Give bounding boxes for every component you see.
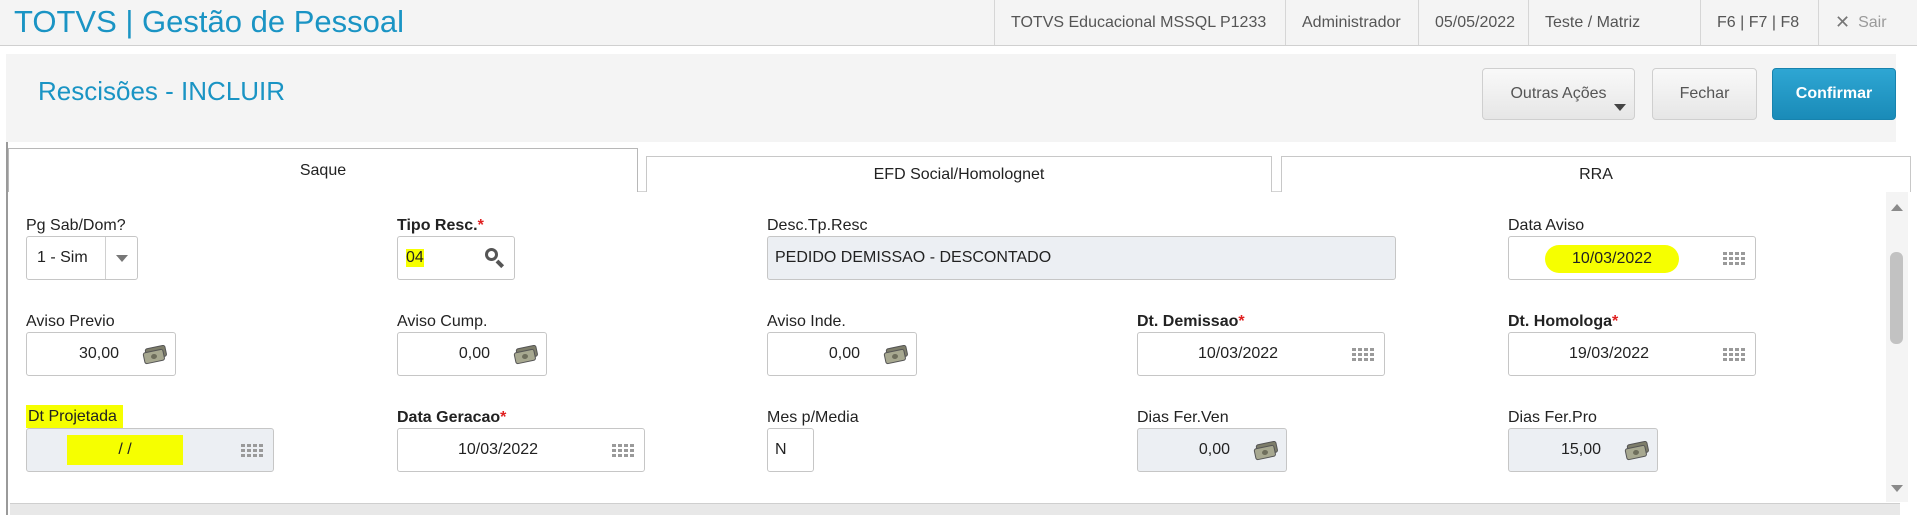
shortcuts-label: F6 | F7 | F8 (1700, 0, 1815, 45)
tab-rra[interactable]: RRA (1281, 156, 1911, 192)
dt-homologa-value: 19/03/2022 (1569, 345, 1650, 362)
bottom-grid-strip (10, 503, 1900, 515)
page-title: Rescisões - INCLUIR (38, 76, 286, 106)
dt-projetada-input[interactable]: / / (26, 428, 274, 472)
money-icon[interactable] (1623, 440, 1651, 461)
exit-label: Sair (1858, 13, 1887, 31)
pg-sab-dom-label: Pg Sab/Dom? (26, 217, 126, 234)
tipo-resc-value: 04 (406, 249, 424, 267)
aviso-previo-value: 30,00 (78, 345, 119, 362)
desc-tp-resc-value: PEDIDO DEMISSAO - DESCONTADO (775, 249, 1052, 266)
aviso-previo-input[interactable]: 30,00 (26, 332, 176, 376)
environment-label: TOTVS Educacional MSSQL P1233 (994, 0, 1282, 45)
pg-sab-dom-select[interactable]: 1 - Sim (26, 236, 138, 280)
dt-homologa-input[interactable]: 19/03/2022 (1508, 332, 1756, 376)
calendar-icon[interactable] (1352, 347, 1374, 363)
tab-efd-social-label: EFD Social/Homolognet (873, 165, 1045, 183)
dias-fer-pro-label: Dias Fer.Pro (1508, 409, 1597, 426)
confirm-button[interactable]: Confirmar (1772, 68, 1896, 120)
money-icon[interactable] (1252, 440, 1280, 461)
branch-label[interactable]: Teste / Matriz (1528, 0, 1656, 45)
dt-demissao-label: Dt. Demissao* (1137, 313, 1245, 331)
scroll-thumb[interactable] (1890, 252, 1903, 344)
mes-p-media-value: N (775, 441, 787, 458)
scroll-up-icon[interactable] (1891, 204, 1903, 211)
dt-projetada-value: / / (67, 435, 183, 465)
other-actions-label: Outras Ações (1510, 85, 1607, 102)
vertical-scrollbar[interactable] (1886, 192, 1908, 502)
system-date-label: 05/05/2022 (1418, 0, 1531, 45)
dt-homologa-label-text: Dt. Homologa (1508, 313, 1612, 330)
required-marker: * (477, 217, 484, 234)
dt-projetada-label: Dt Projetada (22, 405, 127, 428)
desc-tp-resc-label: Desc.Tp.Resc (767, 217, 868, 234)
close-button[interactable]: Fechar (1652, 68, 1757, 120)
aviso-inde-label: Aviso Inde. (767, 313, 846, 330)
pg-sab-dom-value: 1 - Sim (37, 249, 88, 266)
close-icon: ✕ (1835, 12, 1851, 32)
calendar-icon[interactable] (241, 443, 263, 459)
aviso-cump-value: 0,00 (458, 345, 490, 362)
tipo-resc-input[interactable]: 04 (397, 236, 515, 280)
required-marker: * (1238, 313, 1245, 330)
dias-fer-ven-input[interactable]: 0,00 (1137, 428, 1287, 472)
dias-fer-ven-label: Dias Fer.Ven (1137, 409, 1229, 426)
tipo-resc-label: Tipo Resc.* (397, 217, 484, 235)
money-icon[interactable] (141, 344, 169, 365)
aviso-cump-label: Aviso Cump. (397, 313, 488, 330)
aviso-inde-input[interactable]: 0,00 (767, 332, 917, 376)
tab-efd-social[interactable]: EFD Social/Homolognet (646, 156, 1272, 192)
mes-p-media-label: Mes p/Media (767, 409, 859, 426)
data-geracao-value: 10/03/2022 (458, 441, 539, 458)
dias-fer-ven-value: 0,00 (1198, 441, 1230, 458)
aviso-previo-label: Aviso Previo (26, 313, 115, 330)
mes-p-media-input[interactable]: N (767, 428, 814, 472)
tab-rra-label: RRA (1579, 165, 1613, 183)
desc-tp-resc-field: PEDIDO DEMISSAO - DESCONTADO (767, 236, 1396, 280)
data-geracao-label-text: Data Geracao (397, 409, 501, 426)
exit-button[interactable]: ✕ Sair (1818, 0, 1903, 45)
data-geracao-label: Data Geracao* (397, 409, 506, 427)
tipo-resc-label-text: Tipo Resc. (397, 217, 478, 234)
tab-saque-label: Saque (299, 161, 347, 179)
dt-demissao-label-text: Dt. Demissao (1137, 313, 1239, 330)
required-marker: * (1612, 313, 1619, 330)
data-aviso-value: 10/03/2022 (1545, 245, 1679, 273)
dt-projetada-label-text: Dt Projetada (26, 405, 123, 428)
search-icon[interactable] (484, 247, 506, 269)
user-label[interactable]: Administrador (1285, 0, 1417, 45)
other-actions-button[interactable]: Outras Ações (1482, 68, 1635, 120)
data-aviso-label: Data Aviso (1508, 217, 1585, 234)
chevron-down-icon (1614, 104, 1626, 111)
close-label: Fechar (1679, 85, 1730, 102)
dias-fer-pro-value: 15,00 (1560, 441, 1601, 458)
data-aviso-input[interactable]: 10/03/2022 (1508, 236, 1756, 280)
money-icon[interactable] (882, 344, 910, 365)
calendar-icon[interactable] (1723, 251, 1745, 267)
tab-saque[interactable]: Saque (8, 148, 638, 192)
data-geracao-input[interactable]: 10/03/2022 (397, 428, 645, 472)
money-icon[interactable] (512, 344, 540, 365)
dropdown-arrow-icon[interactable] (105, 237, 137, 279)
calendar-icon[interactable] (1723, 347, 1745, 363)
dt-demissao-input[interactable]: 10/03/2022 (1137, 332, 1385, 376)
scroll-down-icon[interactable] (1891, 485, 1903, 492)
calendar-icon[interactable] (612, 443, 634, 459)
app-title: TOTVS | Gestão de Pessoal (14, 4, 404, 39)
aviso-cump-input[interactable]: 0,00 (397, 332, 547, 376)
dt-demissao-value: 10/03/2022 (1198, 345, 1279, 362)
dt-homologa-label: Dt. Homologa* (1508, 313, 1618, 331)
top-header-bar: TOTVS | Gestão de Pessoal TOTVS Educacio… (0, 0, 1917, 46)
aviso-inde-value: 0,00 (828, 345, 860, 362)
dias-fer-pro-input[interactable]: 15,00 (1508, 428, 1658, 472)
required-marker: * (500, 409, 507, 426)
confirm-label: Confirmar (1795, 85, 1873, 102)
